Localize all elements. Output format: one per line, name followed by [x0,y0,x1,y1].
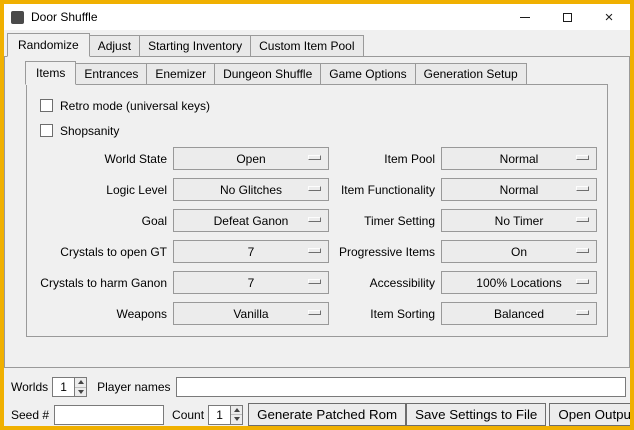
randomize-pane: Items Entrances Enemizer Dungeon Shuffle… [4,56,630,368]
tab-randomize[interactable]: Randomize [7,33,90,57]
maximize-button[interactable] [546,4,588,30]
goal-label: Goal [35,214,167,228]
dropdown-indicator-icon [308,186,321,191]
minimize-icon [520,17,530,18]
world-state-dropdown[interactable]: Open [173,147,329,170]
tab-dungeon-shuffle[interactable]: Dungeon Shuffle [214,63,321,85]
dropdown-indicator-icon [308,217,321,222]
titlebar: Door Shuffle × [4,4,630,30]
accessibility-dropdown[interactable]: 100% Locations [441,271,597,294]
timer-setting-label: Timer Setting [335,214,435,228]
logic-level-dropdown[interactable]: No Glitches [173,178,329,201]
item-functionality-label: Item Functionality [335,183,435,197]
count-increment-button[interactable] [231,406,242,415]
retro-mode-row[interactable]: Retro mode (universal keys) [40,93,607,118]
checkbox-group: Retro mode (universal keys) Shopsanity [27,85,607,143]
item-functionality-dropdown[interactable]: Normal [441,178,597,201]
minimize-button[interactable] [504,4,546,30]
dropdown-indicator-icon [576,310,589,315]
timer-setting-dropdown[interactable]: No Timer [441,209,597,232]
dropdown-indicator-icon [576,279,589,284]
accessibility-label: Accessibility [335,276,435,290]
item-sorting-label: Item Sorting [335,307,435,321]
tab-enemizer[interactable]: Enemizer [146,63,215,85]
options-grid: World State Open Item Pool Normal Logic … [35,147,601,325]
progressive-items-label: Progressive Items [335,245,435,259]
retro-mode-label: Retro mode (universal keys) [60,99,210,113]
open-output-directory-button[interactable]: Open Output Directory [549,403,634,426]
dropdown-indicator-icon [576,248,589,253]
crystals-open-gt-dropdown[interactable]: 7 [173,240,329,263]
crystals-harm-ganon-dropdown[interactable]: 7 [173,271,329,294]
window-content: Randomize Adjust Starting Inventory Cust… [4,30,630,426]
generate-patched-rom-button[interactable]: Generate Patched Rom [248,403,406,426]
world-state-label: World State [35,152,167,166]
player-names-label: Player names [97,380,170,394]
tab-entrances[interactable]: Entrances [75,63,147,85]
tab-starting-inventory[interactable]: Starting Inventory [139,35,251,57]
seed-label: Seed # [11,408,49,422]
crystals-open-gt-label: Crystals to open GT [35,245,167,259]
worlds-decrement-button[interactable] [75,387,86,397]
shopsanity-checkbox[interactable] [40,124,53,137]
count-stepper[interactable]: 1 [208,405,243,425]
dropdown-indicator-icon [576,217,589,222]
app-icon [11,11,24,24]
retro-mode-checkbox[interactable] [40,99,53,112]
dropdown-indicator-icon [308,310,321,315]
close-button[interactable]: × [588,4,630,30]
multiworld-row: Worlds 1 Player names [11,376,626,398]
generate-row: Seed # Count 1 Generate Patched Rom Save… [11,403,626,426]
goal-dropdown[interactable]: Defeat Ganon [173,209,329,232]
worlds-stepper[interactable]: 1 [52,377,87,397]
window-title: Door Shuffle [31,10,504,24]
player-names-input[interactable] [176,377,627,397]
crystals-harm-ganon-label: Crystals to harm Ganon [35,276,167,290]
seed-input[interactable] [54,405,164,425]
dropdown-indicator-icon [308,155,321,160]
worlds-label: Worlds [11,380,48,394]
count-stepper-arrows [230,406,242,424]
shopsanity-label: Shopsanity [60,124,119,138]
tab-game-options[interactable]: Game Options [320,63,415,85]
progressive-items-dropdown[interactable]: On [441,240,597,263]
item-pool-dropdown[interactable]: Normal [441,147,597,170]
item-pool-label: Item Pool [335,152,435,166]
dropdown-indicator-icon [308,279,321,284]
tab-items[interactable]: Items [25,61,76,85]
outer-tab-bar: Randomize Adjust Starting Inventory Cust… [4,30,630,57]
item-sorting-dropdown[interactable]: Balanced [441,302,597,325]
logic-level-label: Logic Level [35,183,167,197]
arrow-up-icon [234,408,240,412]
shopsanity-row[interactable]: Shopsanity [40,118,607,143]
arrow-up-icon [78,380,84,384]
items-pane: Retro mode (universal keys) Shopsanity W… [26,84,608,337]
save-settings-button[interactable]: Save Settings to File [406,403,546,426]
arrow-down-icon [234,417,240,421]
maximize-icon [563,13,572,22]
tab-generation-setup[interactable]: Generation Setup [415,63,527,85]
weapons-dropdown[interactable]: Vanilla [173,302,329,325]
app-window: Door Shuffle × Randomize Adjust Starting… [0,0,634,430]
dropdown-indicator-icon [576,186,589,191]
dropdown-indicator-icon [308,248,321,253]
weapons-label: Weapons [35,307,167,321]
count-label: Count [172,408,204,422]
close-icon: × [605,10,614,25]
worlds-increment-button[interactable] [75,378,86,387]
count-decrement-button[interactable] [231,414,242,424]
tab-custom-item-pool[interactable]: Custom Item Pool [250,35,363,57]
worlds-stepper-arrows [74,378,86,396]
inner-tab-bar: Items Entrances Enemizer Dungeon Shuffle… [5,57,629,85]
arrow-down-icon [78,390,84,394]
caption-buttons: × [504,4,630,30]
dropdown-indicator-icon [576,155,589,160]
tab-adjust[interactable]: Adjust [89,35,140,57]
